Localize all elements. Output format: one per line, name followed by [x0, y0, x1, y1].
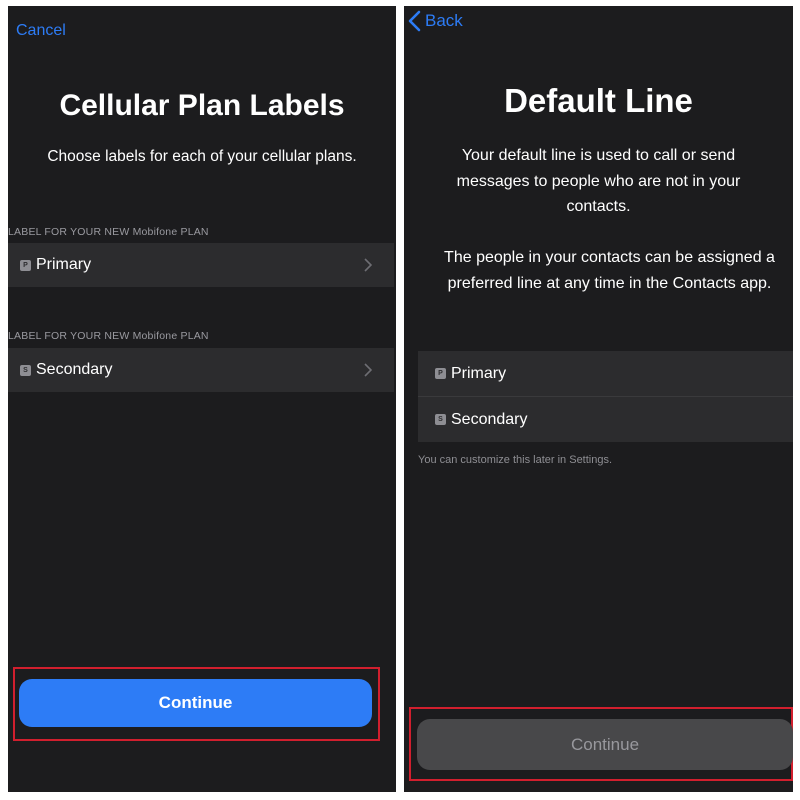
default-line-screen: Back Default Line Your default line is u…	[404, 6, 793, 792]
footnote: You can customize this later in Settings…	[418, 454, 613, 466]
back-button[interactable]: Back	[408, 10, 463, 32]
line-option-primary[interactable]: P Primary	[418, 351, 793, 396]
description-paragraph: The people in your contacts can be assig…	[444, 249, 775, 292]
sim-label-icon: P	[20, 259, 31, 271]
continue-button[interactable]: Continue	[417, 719, 793, 770]
option-label: Secondary	[451, 410, 528, 428]
disclosure-chevron-icon	[364, 363, 372, 377]
page-title: Cellular Plan Labels	[59, 89, 345, 122]
section-header-primary: LABEL FOR YOUR NEW Mobifone PLAN	[8, 226, 209, 238]
sim-label-icon: S	[435, 414, 446, 425]
row-label: Secondary	[36, 361, 113, 378]
option-label: Primary	[451, 364, 507, 382]
sim-label-icon: S	[20, 364, 31, 376]
plan-label-row-secondary[interactable]: S Secondary	[8, 348, 394, 392]
sim-label-icon: P	[435, 368, 446, 379]
disclosure-chevron-icon	[364, 258, 372, 272]
plan-label-row-primary[interactable]: P Primary	[8, 243, 394, 287]
cellular-plan-labels-screen: Cancel Cellular Plan Labels Choose label…	[8, 6, 396, 792]
description-paragraph: Your default line is used to call or sen…	[456, 147, 741, 215]
page-title: Default Line	[504, 82, 693, 119]
section-header-secondary: LABEL FOR YOUR NEW Mobifone PLAN	[8, 330, 209, 342]
row-label: Primary	[36, 256, 92, 273]
page-subtitle: Choose labels for each of your cellular …	[47, 148, 357, 165]
back-chevron-icon	[408, 10, 421, 32]
line-option-secondary[interactable]: S Secondary	[418, 397, 793, 442]
back-label: Back	[425, 11, 463, 30]
cancel-button[interactable]: Cancel	[16, 22, 66, 40]
continue-button[interactable]: Continue	[19, 679, 372, 727]
